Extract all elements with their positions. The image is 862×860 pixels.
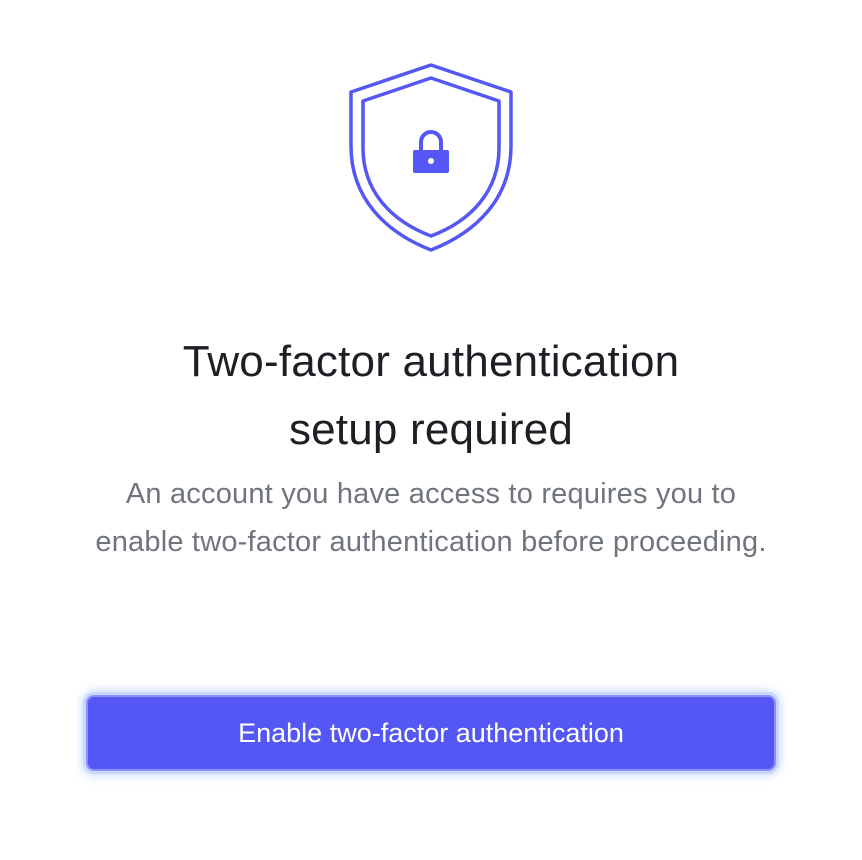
two-factor-required-page: Two-factor authentication setup required… (0, 0, 862, 860)
enable-two-factor-button[interactable]: Enable two-factor authentication (86, 695, 776, 771)
title-line-1: Two-factor authentication (182, 337, 680, 386)
shield-icon (349, 63, 513, 252)
page-title: Two-factor authentication setup required (0, 328, 862, 464)
title-line-2: setup required (288, 405, 574, 454)
description-text: An account you have access to requires y… (95, 478, 767, 558)
lock-icon (413, 130, 449, 173)
